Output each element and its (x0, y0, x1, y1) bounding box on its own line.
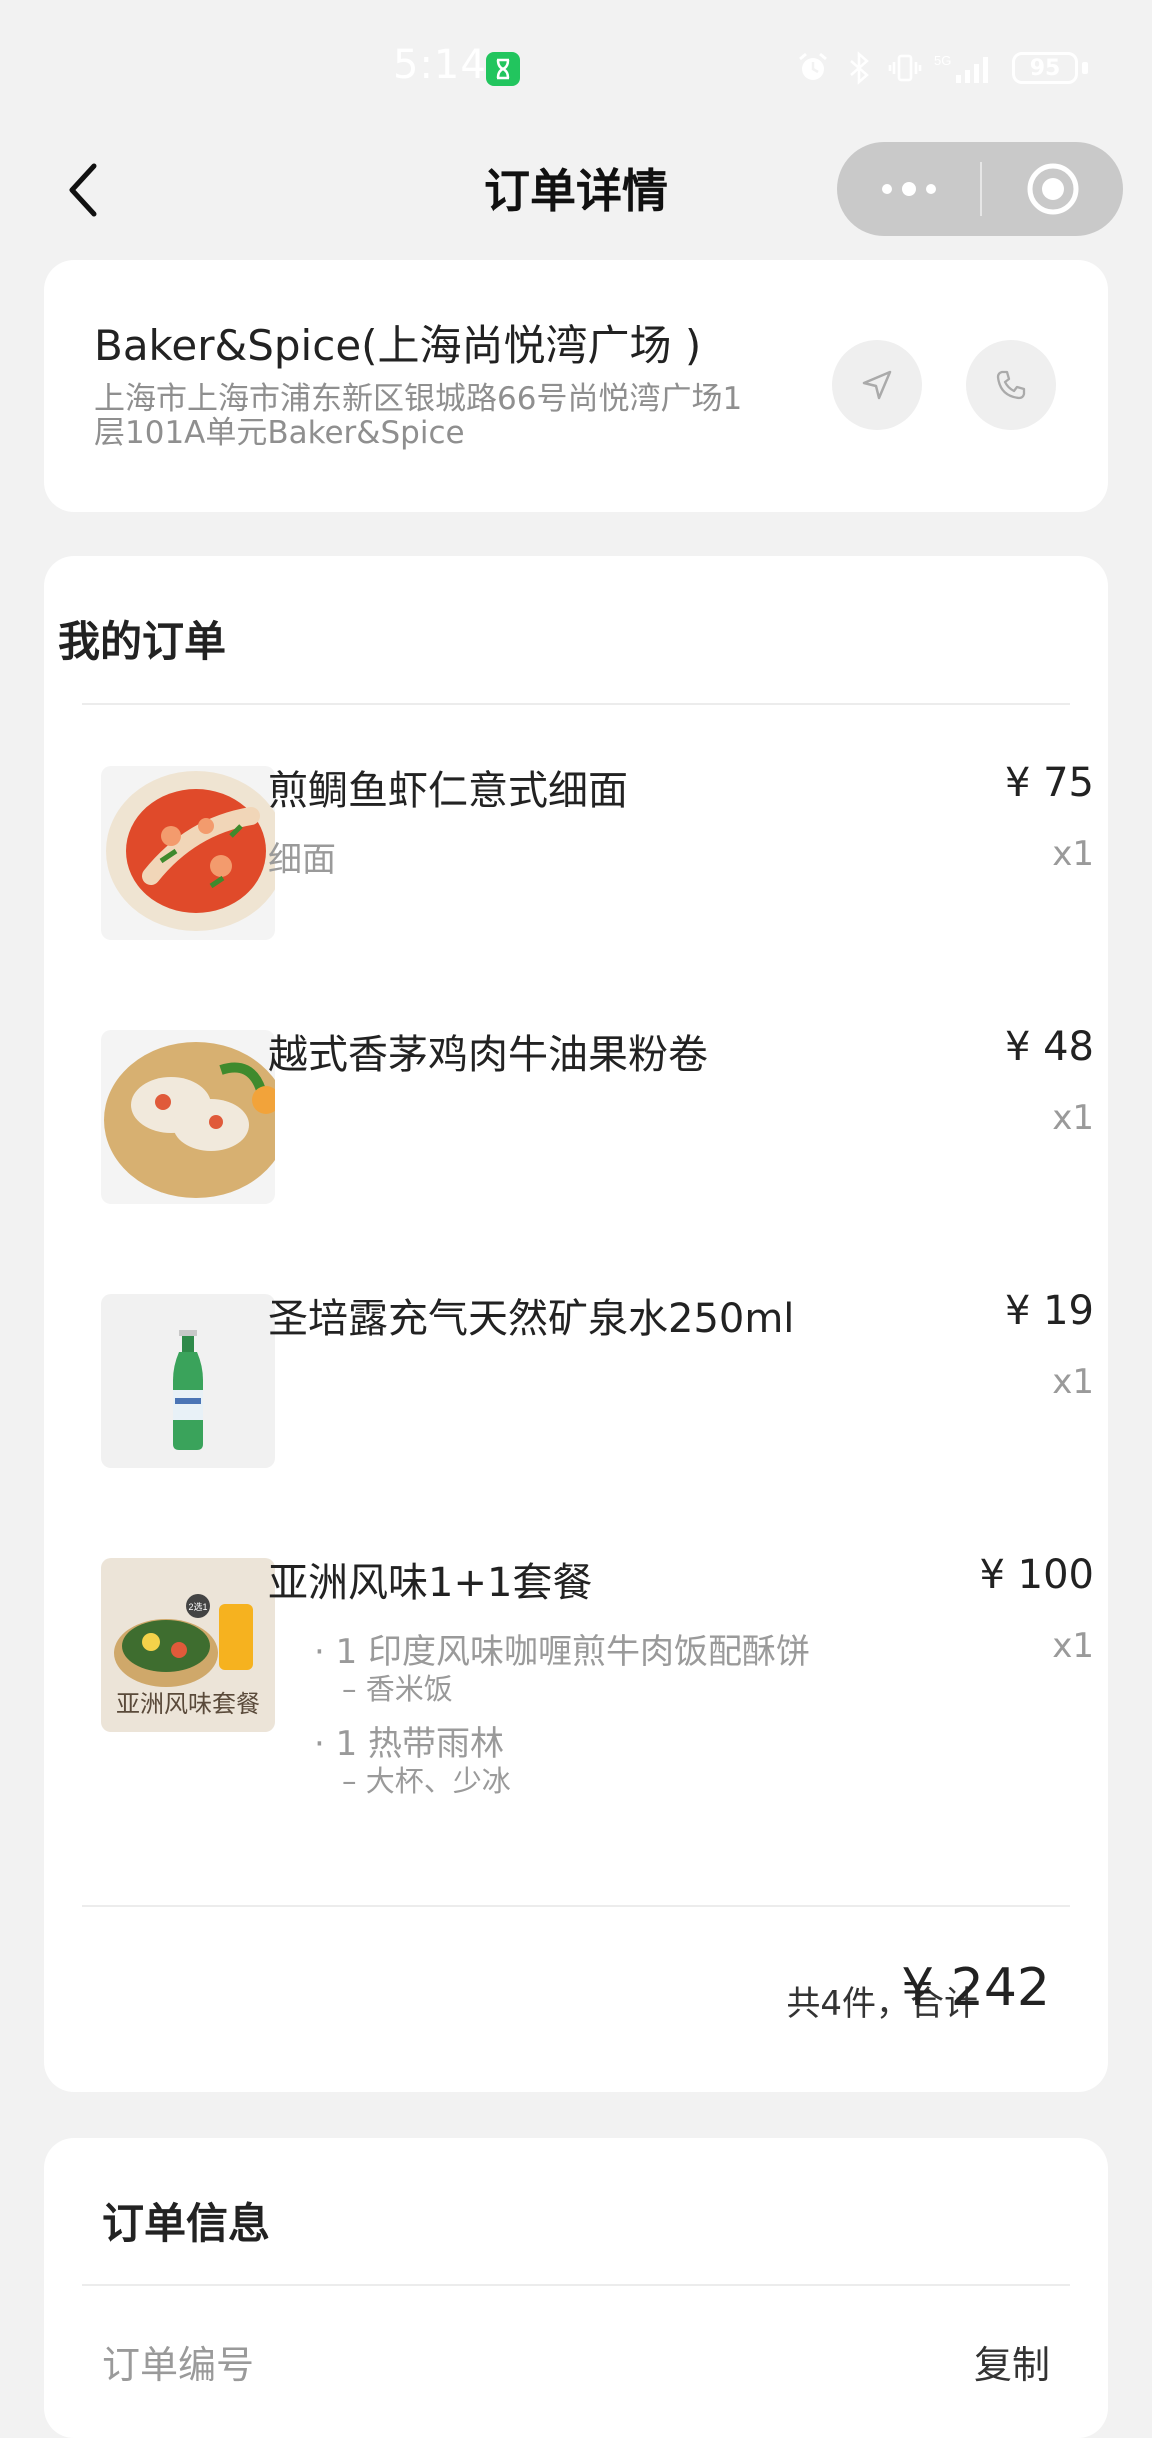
item-qty: x1 (1052, 1626, 1094, 1666)
more-dots-icon (881, 182, 936, 196)
store-address: 上海市上海市浦东新区银城路66号尚悦湾广场1 层101A单元Baker&Spic… (94, 382, 794, 450)
item-price: ¥ 100 (979, 1552, 1094, 1598)
item-image-pasta (101, 766, 275, 940)
item-qty: x1 (1052, 1362, 1094, 1402)
battery-tip (1082, 62, 1088, 74)
divider (82, 1905, 1070, 1907)
item-qty: x1 (1052, 1098, 1094, 1138)
item-image-combo: 2选1 亚洲风味套餐 (101, 1558, 275, 1732)
store-name: Baker&Spice(上海尚悦湾广场 ) (94, 321, 702, 370)
item-image-rolls (101, 1030, 275, 1204)
combo-badge: 2选1 (188, 1601, 207, 1612)
item-name: 煎鲷鱼虾仁意式细面 (268, 768, 628, 814)
combo-component-option: – 香米饭 (342, 1672, 453, 1706)
item-price: ¥ 19 (1004, 1288, 1094, 1334)
status-icons: 5G 95 (796, 48, 1088, 88)
phone-icon (996, 370, 1026, 400)
copy-button[interactable]: 复制 (974, 2334, 1050, 2389)
svg-text:5G: 5G (934, 53, 951, 68)
vibrate-icon (888, 54, 922, 82)
status-bar: 5:14 5G 95 (0, 0, 1152, 130)
hourglass-icon (486, 52, 520, 86)
item-name: 越式香茅鸡肉牛油果粉卷 (268, 1032, 708, 1078)
item-image-water (101, 1294, 275, 1468)
item-option: 细面 (268, 840, 336, 880)
order-section-title: 我的订单 (58, 617, 227, 666)
store-address-line1: 上海市上海市浦东新区银城路66号尚悦湾广场1 (94, 381, 743, 417)
total-value: ¥ 242 (901, 1958, 1050, 2018)
bluetooth-icon (850, 51, 869, 85)
store-card: Baker&Spice(上海尚悦湾广场 ) 上海市上海市浦东新区银城路66号尚悦… (44, 260, 1108, 512)
item-name: 亚洲风味1+1套餐 (268, 1560, 593, 1606)
navigate-arrow-icon (862, 370, 892, 400)
divider (82, 703, 1070, 705)
more-button[interactable] (837, 142, 980, 236)
divider (82, 2284, 1070, 2286)
order-info-card (44, 2138, 1108, 2438)
item-qty: x1 (1052, 834, 1094, 874)
item-price: ¥ 48 (1004, 1024, 1094, 1070)
combo-component-option: – 大杯、少冰 (342, 1764, 511, 1798)
status-time: 5:14 (393, 42, 487, 88)
target-icon (1027, 163, 1078, 215)
order-number-label: 订单编号 (102, 2343, 255, 2387)
store-address-line2: 层101A单元Baker&Spice (94, 415, 465, 451)
item-name: 圣培露充气天然矿泉水250ml (268, 1296, 795, 1342)
order-info-title: 订单信息 (102, 2199, 271, 2248)
mini-program-capsule (837, 142, 1123, 236)
signal-icon: 5G (934, 53, 988, 83)
combo-image-label: 亚洲风味套餐 (116, 1690, 260, 1718)
navigate-button[interactable] (832, 340, 922, 430)
item-price: ¥ 75 (1004, 760, 1094, 806)
close-miniprogram-button[interactable] (982, 142, 1123, 236)
battery-indicator: 95 (1012, 52, 1078, 84)
call-button[interactable] (966, 340, 1056, 430)
alarm-icon (799, 52, 827, 80)
